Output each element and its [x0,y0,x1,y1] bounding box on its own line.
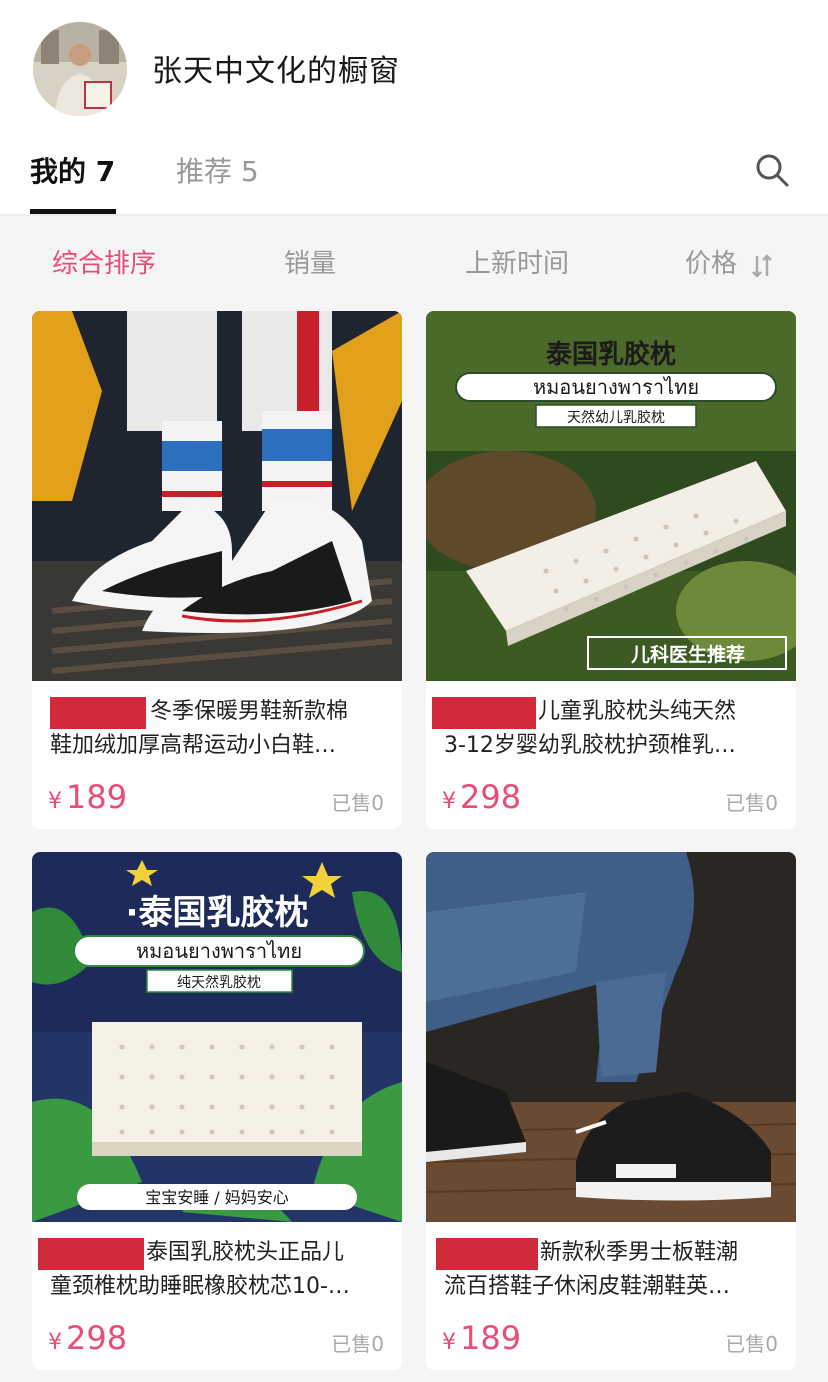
product-title: 泰国乳胶枕头正品儿 童颈椎枕助睡眠橡胶枕芯10-… [50,1236,390,1316]
product-image-pillow[interactable]: 泰国乳胶枕 หมอนยางพาราไทย 天然幼儿乳胶枕 儿科医生推荐 [426,311,796,681]
search-icon[interactable] [752,150,792,190]
sort-arrows-icon[interactable] [750,252,774,280]
product-price: ¥189 [48,777,127,823]
sort-bar: 综合排序 销量 上新时间 价格 [0,216,828,312]
avatar[interactable] [33,22,127,116]
price-value: 189 [460,1319,522,1357]
image-tag: 纯天然乳胶枕 [177,974,261,991]
shop-title: 张天中文化的橱窗 [152,54,400,89]
product-card[interactable]: 冬季保暖男鞋新款棉 鞋加绒加厚高帮运动小白鞋… ¥189 已售0 [32,311,402,829]
currency-symbol: ¥ [442,1330,456,1355]
tab-recommended[interactable]: 推荐 5 [176,152,259,192]
currency-symbol: ¥ [48,1330,62,1355]
price-value: 298 [66,1319,128,1357]
image-headline: 泰国乳胶枕 [546,339,676,370]
product-title: 冬季保暖男鞋新款棉 鞋加绒加厚高帮运动小白鞋… [50,695,390,775]
sold-count: 已售0 [331,791,384,815]
product-title: 儿童乳胶枕头纯天然 3-12岁婴幼乳胶枕护颈椎乳… [444,695,784,775]
product-card[interactable]: 新款秋季男士板鞋潮 流百搭鞋子休闲皮鞋潮鞋英… ¥189 已售0 [426,852,796,1370]
product-title-line2: 鞋加绒加厚高帮运动小白鞋… [50,733,337,758]
product-image-pillow[interactable]: ·泰国乳胶枕 หมอนยางพาราไทย 纯天然乳胶枕 宝宝安睡 / 妈妈安心 [32,852,402,1222]
shop-header: 张天中文化的橱窗 我的 7 推荐 5 [0,0,828,214]
product-title-line1: 泰国乳胶枕头正品儿 [146,1240,345,1265]
image-headline: ·泰国乳胶枕 [126,893,309,933]
product-title-line2: 童颈椎枕助睡眠橡胶枕芯10-… [50,1274,350,1299]
sort-comprehensive[interactable]: 综合排序 [52,246,156,282]
product-image-shoes[interactable] [426,852,796,1222]
product-card[interactable]: ·泰国乳胶枕 หมอนยางพาราไทย 纯天然乳胶枕 宝宝安睡 / 妈妈安心… [32,852,402,1370]
image-badge: 儿科医生推荐 [630,643,745,666]
image-badge: 宝宝安睡 / 妈妈安心 [145,1188,289,1207]
image-thai-text: หมอนยางพาราไทย [533,375,699,399]
tab-bar: 我的 7 推荐 5 [0,140,828,214]
price-value: 189 [66,778,128,816]
product-title: 新款秋季男士板鞋潮 流百搭鞋子休闲皮鞋潮鞋英… [444,1236,784,1316]
product-image-sneakers[interactable] [32,311,402,681]
sold-count: 已售0 [331,1332,384,1356]
image-thai-text: หมอนยางพาราไทย [136,939,302,963]
price-value: 298 [460,778,522,816]
product-price: ¥298 [442,777,521,823]
currency-symbol: ¥ [48,789,62,814]
sort-new-arrivals[interactable]: 上新时间 [465,246,569,282]
sold-count: 已售0 [725,1332,778,1356]
currency-symbol: ¥ [442,789,456,814]
product-title-line1: 儿童乳胶枕头纯天然 [538,699,737,724]
product-title-line1: 新款秋季男士板鞋潮 [540,1240,739,1265]
product-card[interactable]: 泰国乳胶枕 หมอนยางพาราไทย 天然幼儿乳胶枕 儿科医生推荐 儿童乳胶… [426,311,796,829]
product-title-line1: 冬季保暖男鞋新款棉 [150,699,349,724]
product-title-line2: 3-12岁婴幼乳胶枕护颈椎乳… [444,733,736,758]
product-price: ¥298 [48,1318,127,1364]
image-tag: 天然幼儿乳胶枕 [567,409,665,426]
sort-sales[interactable]: 销量 [284,246,336,282]
product-title-line2: 流百搭鞋子休闲皮鞋潮鞋英… [444,1274,731,1299]
sold-count: 已售0 [725,791,778,815]
sort-price[interactable]: 价格 [685,246,737,282]
tab-mine[interactable]: 我的 7 [30,152,115,192]
product-price: ¥189 [442,1318,521,1364]
